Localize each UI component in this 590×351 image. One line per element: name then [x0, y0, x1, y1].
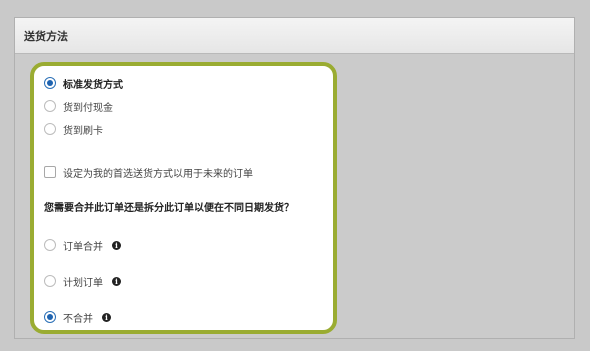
panel-header: 送货方法 — [15, 18, 574, 54]
info-icon[interactable]: i — [102, 312, 111, 322]
panel-title: 送货方法 — [24, 29, 68, 43]
radio-cash-on-delivery[interactable] — [44, 100, 56, 112]
shipping-options-card: 标准发货方式 货到付现金 货到刷卡 设定为我的首选送货方式以用于未来的订单 您需… — [30, 62, 337, 334]
split-option-merge[interactable]: 订单合并 i — [44, 237, 121, 253]
radio-merge-order[interactable] — [44, 239, 56, 251]
split-option-no-merge[interactable]: 不合并 i — [44, 309, 111, 325]
shipping-option-label: 标准发货方式 — [63, 79, 123, 91]
info-icon[interactable]: i — [112, 276, 121, 286]
radio-card-on-delivery[interactable] — [44, 123, 56, 135]
shipping-option-label: 货到刷卡 — [63, 125, 103, 137]
split-option-label: 计划订单 — [63, 277, 103, 289]
radio-schedule-order[interactable] — [44, 275, 56, 287]
split-order-question: 您需要合并此订单还是拆分此订单以便在不同日期发货？ — [44, 203, 294, 214]
shipping-option-card-on-delivery[interactable]: 货到刷卡 — [44, 121, 103, 137]
preferred-method-label: 设定为我的首选送货方式以用于未来的订单 — [63, 168, 253, 180]
radio-no-merge[interactable] — [44, 311, 56, 323]
preferred-method-checkbox[interactable] — [44, 166, 56, 178]
radio-standard-shipping[interactable] — [44, 77, 56, 89]
split-option-label: 不合并 — [63, 313, 93, 325]
shipping-option-standard[interactable]: 标准发货方式 — [44, 75, 123, 91]
split-option-label: 订单合并 — [63, 241, 103, 253]
preferred-method-row[interactable]: 设定为我的首选送货方式以用于未来的订单 — [44, 164, 253, 180]
shipping-option-label: 货到付现金 — [63, 102, 113, 114]
split-option-schedule[interactable]: 计划订单 i — [44, 273, 121, 289]
shipping-option-cash-on-delivery[interactable]: 货到付现金 — [44, 98, 113, 114]
info-icon[interactable]: i — [112, 240, 121, 250]
